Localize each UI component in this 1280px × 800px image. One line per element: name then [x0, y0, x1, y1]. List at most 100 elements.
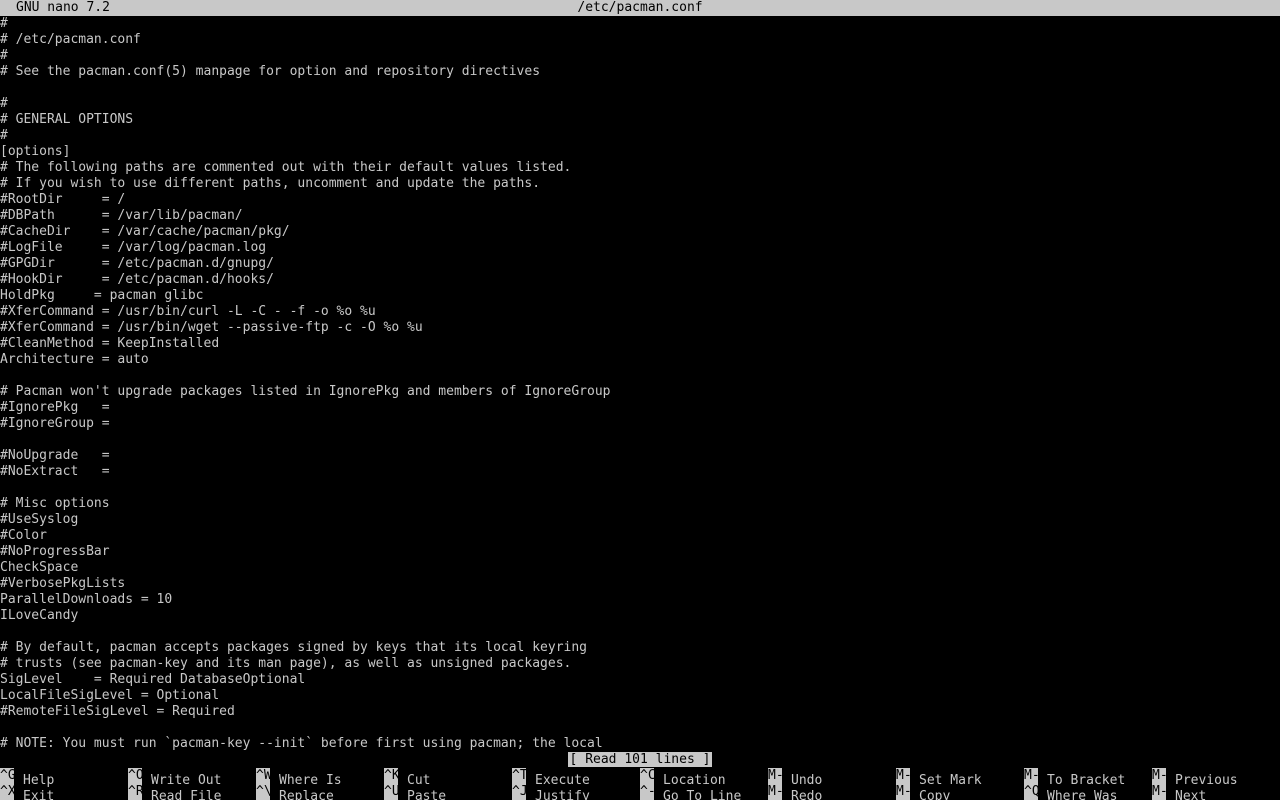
- shortcut-key: M-W: [1152, 784, 1166, 800]
- editor-line[interactable]: #XferCommand = /usr/bin/wget --passive-f…: [0, 320, 1280, 336]
- editor-line[interactable]: #GPGDir = /etc/pacman.d/gnupg/: [0, 256, 1280, 272]
- shortcut-label: Next: [1175, 789, 1207, 800]
- shortcut-label: Go To Line: [663, 789, 742, 800]
- shortcut-key: M-E: [768, 784, 782, 800]
- editor-line[interactable]: [0, 720, 1280, 736]
- shortcut-read-file[interactable]: ^R Read File: [128, 784, 221, 800]
- editor-line[interactable]: # NOTE: You must run `pacman-key --init`…: [0, 736, 1280, 752]
- shortcut-label: Read File: [151, 789, 222, 800]
- shortcut-label: Where Was: [1047, 789, 1118, 800]
- shortcut-copy[interactable]: M-6 Copy: [896, 784, 950, 800]
- editor-line[interactable]: [0, 480, 1280, 496]
- editor-line[interactable]: HoldPkg = pacman glibc: [0, 288, 1280, 304]
- shortcut-where-is[interactable]: ^W Where Is: [256, 768, 342, 788]
- editor-line[interactable]: # /etc/pacman.conf: [0, 32, 1280, 48]
- editor-line[interactable]: CheckSpace: [0, 560, 1280, 576]
- shortcut-to-bracket[interactable]: M-]To Bracket: [1024, 768, 1125, 788]
- editor-line[interactable]: # By default, pacman accepts packages si…: [0, 640, 1280, 656]
- editor-line[interactable]: # trusts (see pacman-key and its man pag…: [0, 656, 1280, 672]
- shortcut-where-was[interactable]: ^Q Where Was: [1024, 784, 1117, 800]
- shortcut-key: ^-: [640, 784, 654, 800]
- status-bar: [ Read 101 lines ]: [0, 752, 1280, 768]
- shortcut-label: Exit: [23, 789, 55, 800]
- editor-line[interactable]: #: [0, 128, 1280, 144]
- editor-line[interactable]: SigLevel = Required DatabaseOptional: [0, 672, 1280, 688]
- shortcut-cut[interactable]: ^K Cut: [384, 768, 430, 788]
- editor-line[interactable]: ParallelDownloads = 10: [0, 592, 1280, 608]
- shortcut-row-1: ^G Help ^O Write Out ^W Where Is ^K Cut ^T Execut…: [0, 768, 1280, 788]
- shortcut-key: ^O: [128, 768, 142, 784]
- shortcut-label: Justify: [535, 789, 590, 800]
- shortcut-set-mark[interactable]: M-ASet Mark: [896, 768, 982, 788]
- shortcut-key: ^W: [256, 768, 270, 784]
- editor-line[interactable]: #: [0, 96, 1280, 112]
- editor-line[interactable]: #NoExtract =: [0, 464, 1280, 480]
- shortcut-write-out[interactable]: ^O Write Out: [128, 768, 221, 788]
- editor-line[interactable]: #DBPath = /var/lib/pacman/: [0, 208, 1280, 224]
- shortcut-key: ^K: [384, 768, 398, 784]
- shortcut-key: ^G: [0, 768, 14, 784]
- file-name: /etc/pacman.conf: [577, 0, 703, 15]
- shortcut-label: Replace: [279, 789, 334, 800]
- shortcut-execute[interactable]: ^T Execute: [512, 768, 590, 788]
- editor-line[interactable]: ILoveCandy: [0, 608, 1280, 624]
- shortcut-label: Redo: [791, 789, 823, 800]
- editor-line[interactable]: [0, 80, 1280, 96]
- editor-line[interactable]: #CacheDir = /var/cache/pacman/pkg/: [0, 224, 1280, 240]
- editor-line[interactable]: #UseSyslog: [0, 512, 1280, 528]
- editor-line[interactable]: [0, 624, 1280, 640]
- shortcut-label: Copy: [919, 789, 951, 800]
- editor-line[interactable]: # See the pacman.conf(5) manpage for opt…: [0, 64, 1280, 80]
- shortcut-key: ^X: [0, 784, 14, 800]
- editor-line[interactable]: #VerbosePkgLists: [0, 576, 1280, 592]
- shortcut-next[interactable]: M-W Next: [1152, 784, 1206, 800]
- editor-line[interactable]: # If you wish to use different paths, un…: [0, 176, 1280, 192]
- shortcut-key: ^Q: [1024, 784, 1038, 800]
- shortcut-undo[interactable]: M-UUndo: [768, 768, 822, 788]
- shortcut-go-to-line[interactable]: ^- Go To Line: [640, 784, 741, 800]
- shortcut-key: ^T: [512, 768, 526, 784]
- shortcut-key: ^\: [256, 784, 270, 800]
- shortcut-help[interactable]: ^G Help: [0, 768, 54, 788]
- shortcut-replace[interactable]: ^\ Replace: [256, 784, 334, 800]
- editor-line[interactable]: LocalFileSigLevel = Optional: [0, 688, 1280, 704]
- editor-line[interactable]: #RemoteFileSigLevel = Required: [0, 704, 1280, 720]
- editor-line[interactable]: # GENERAL OPTIONS: [0, 112, 1280, 128]
- shortcut-key: M-]: [1024, 768, 1038, 784]
- editor-line[interactable]: #NoUpgrade =: [0, 448, 1280, 464]
- editor-line[interactable]: #HookDir = /etc/pacman.d/hooks/: [0, 272, 1280, 288]
- shortcut-justify[interactable]: ^J Justify: [512, 784, 590, 800]
- shortcut-redo[interactable]: M-E Redo: [768, 784, 822, 800]
- editor-line[interactable]: [options]: [0, 144, 1280, 160]
- editor-line[interactable]: #RootDir = /: [0, 192, 1280, 208]
- editor-line[interactable]: [0, 368, 1280, 384]
- editor-line[interactable]: #IgnorePkg =: [0, 400, 1280, 416]
- editor-line[interactable]: #LogFile = /var/log/pacman.log: [0, 240, 1280, 256]
- shortcut-key: M-U: [768, 768, 782, 784]
- shortcut-paste[interactable]: ^U Paste: [384, 784, 446, 800]
- editor-line[interactable]: #XferCommand = /usr/bin/curl -L -C - -f …: [0, 304, 1280, 320]
- editor-line[interactable]: # The following paths are commented out …: [0, 160, 1280, 176]
- editor-line[interactable]: # Pacman won't upgrade packages listed i…: [0, 384, 1280, 400]
- editor-line[interactable]: #: [0, 48, 1280, 64]
- editor-line[interactable]: Architecture = auto: [0, 352, 1280, 368]
- editor-line[interactable]: [0, 432, 1280, 448]
- editor-line[interactable]: #Color: [0, 528, 1280, 544]
- status-message: [ Read 101 lines ]: [567, 752, 713, 767]
- shortcut-label: Paste: [407, 789, 447, 800]
- shortcut-key: M-6: [896, 784, 910, 800]
- editor-line[interactable]: #IgnoreGroup =: [0, 416, 1280, 432]
- editor-line[interactable]: #: [0, 16, 1280, 32]
- editor-line[interactable]: # Misc options: [0, 496, 1280, 512]
- shortcut-key: ^R: [128, 784, 142, 800]
- title-bar: GNU nano 7.2 /etc/pacman.conf: [0, 0, 1280, 16]
- shortcut-key: M-A: [896, 768, 910, 784]
- shortcut-location[interactable]: ^C Location: [640, 768, 726, 788]
- shortcut-previous[interactable]: M-QPrevious: [1152, 768, 1238, 788]
- shortcut-row-2: ^X Exit ^R Read File ^\ Replace ^U Paste ^J Justi…: [0, 784, 1280, 800]
- shortcut-exit[interactable]: ^X Exit: [0, 784, 54, 800]
- editor-text-area[interactable]: # # /etc/pacman.conf # # See the pacman.con…: [0, 16, 1280, 752]
- shortcut-bar: ^G Help ^O Write Out ^W Where Is ^K Cut ^T Execut…: [0, 768, 1280, 800]
- editor-line[interactable]: #CleanMethod = KeepInstalled: [0, 336, 1280, 352]
- editor-line[interactable]: #NoProgressBar: [0, 544, 1280, 560]
